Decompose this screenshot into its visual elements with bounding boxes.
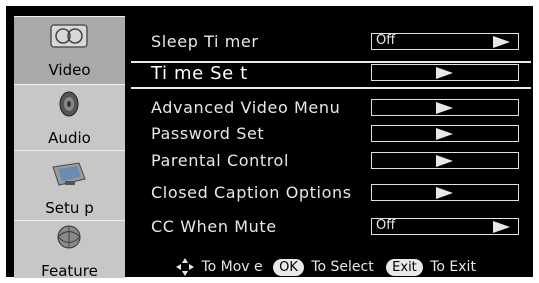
- password-set-select[interactable]: [371, 125, 519, 142]
- arrow-right-icon: [493, 36, 510, 48]
- select-value: Off: [376, 218, 396, 233]
- menu-item-sleep-timer[interactable]: Sleep Ti mer Off: [131, 30, 531, 54]
- menu-item-closed-caption[interactable]: Closed Caption Options: [131, 181, 531, 205]
- tab-label: Video: [48, 61, 91, 79]
- menu-item-password-set[interactable]: Password Set: [131, 122, 531, 146]
- menu-item-label: Closed Caption Options: [151, 183, 352, 202]
- osd-menu-panel: Video Audio Setu p Feature Sleep Ti mer …: [6, 6, 533, 280]
- menu-item-label: Password Set: [151, 124, 265, 143]
- tab-video[interactable]: Video: [14, 16, 125, 84]
- arrow-right-icon: [436, 102, 453, 114]
- tab-label: Audio: [48, 129, 91, 147]
- arrow-right-icon: [436, 187, 453, 199]
- tab-feature[interactable]: Feature: [14, 220, 125, 280]
- ok-key-badge: OK: [273, 258, 304, 276]
- menu-item-parental-control[interactable]: Parental Control: [131, 149, 531, 173]
- menu-item-label: CC When Mute: [151, 217, 277, 236]
- exit-hint-text: To Exit: [430, 259, 476, 275]
- tab-setup[interactable]: Setu p: [14, 150, 125, 220]
- move-hint-text: To Mov e: [201, 259, 263, 275]
- direction-pad-icon: [176, 258, 194, 276]
- advanced-video-select[interactable]: [371, 99, 519, 116]
- menu-item-time-set[interactable]: Ti me Se t: [131, 61, 531, 89]
- select-hint-text: To Select: [311, 259, 374, 275]
- arrow-right-icon: [493, 221, 510, 233]
- tab-label: Feature: [41, 262, 98, 280]
- arrow-right-icon: [436, 155, 453, 167]
- menu-item-label: Ti me Se t: [151, 63, 248, 84]
- closed-caption-select[interactable]: [371, 184, 519, 201]
- cc-when-mute-select[interactable]: Off: [371, 218, 519, 235]
- sleep-timer-select[interactable]: Off: [371, 33, 519, 50]
- navigation-hint: To Mov e OK To Select Exit To Exit: [176, 258, 476, 278]
- audio-speaker-icon: [59, 91, 79, 117]
- time-set-select[interactable]: [371, 64, 519, 81]
- sidebar: Video Audio Setu p Feature: [14, 16, 125, 280]
- arrow-right-icon: [436, 128, 453, 140]
- menu-item-cc-when-mute[interactable]: CC When Mute Off: [131, 215, 531, 239]
- feature-globe-icon: [57, 225, 81, 249]
- video-icon: [50, 24, 88, 48]
- arrow-right-icon: [436, 67, 453, 79]
- tab-audio[interactable]: Audio: [14, 84, 125, 150]
- menu-item-advanced-video[interactable]: Advanced Video Menu: [131, 96, 531, 120]
- menu-item-label: Sleep Ti mer: [151, 32, 259, 51]
- menu-item-label: Advanced Video Menu: [151, 98, 341, 117]
- tab-label: Setu p: [45, 199, 94, 217]
- setup-monitor-icon: [52, 162, 86, 186]
- settings-menu: Sleep Ti mer Off Ti me Se t Advanced Vid…: [131, 16, 531, 278]
- exit-key-badge: Exit: [386, 258, 423, 276]
- parental-control-select[interactable]: [371, 152, 519, 169]
- menu-item-label: Parental Control: [151, 151, 289, 170]
- select-value: Off: [376, 33, 396, 48]
